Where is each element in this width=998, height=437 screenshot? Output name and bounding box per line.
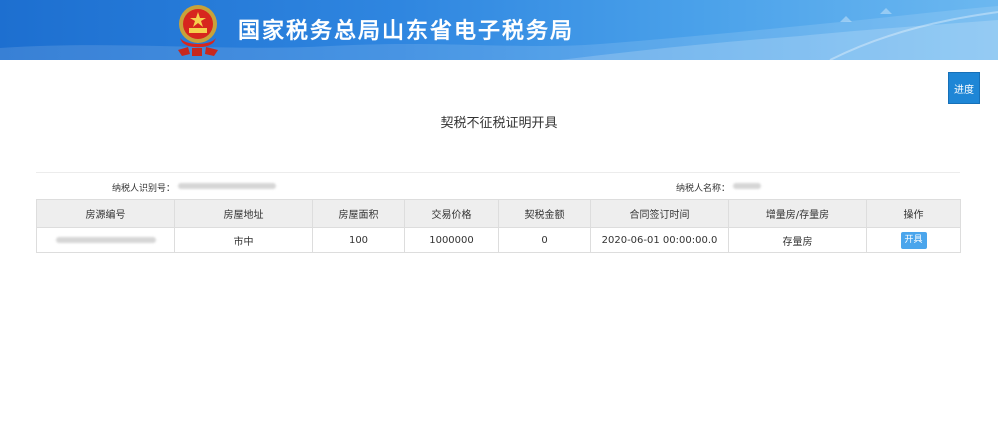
cell-price: 1000000 xyxy=(404,227,499,253)
cell-house-id xyxy=(36,227,175,253)
cell-area: 100 xyxy=(312,227,405,253)
header-banner: 国家税务总局山东省电子税务局 xyxy=(0,0,998,60)
page: 国家税务总局山东省电子税务局 进度 契税不征税证明开具 纳税人识别号： 纳税人名… xyxy=(0,0,998,437)
taxpayer-id-redacted xyxy=(178,183,276,189)
issue-button[interactable]: 开具 xyxy=(900,231,927,249)
col-header-area: 房屋面积 xyxy=(312,199,405,228)
property-table: 房源编号 房屋地址 房屋面积 交易价格 契税金额 合同签订时间 增量房/存量房 … xyxy=(36,199,961,253)
cell-contract-time: 2020-06-01 00:00:00.0 xyxy=(590,227,729,253)
taxpayer-id-label: 纳税人识别号： xyxy=(112,184,176,194)
page-title: 契税不征税证明开具 xyxy=(440,116,558,131)
progress-button[interactable]: 进度 xyxy=(948,72,980,104)
table-header-row: 房源编号 房屋地址 房屋面积 交易价格 契税金额 合同签订时间 增量房/存量房 … xyxy=(36,199,961,228)
col-header-house-id: 房源编号 xyxy=(36,199,175,228)
cell-action: 开具 xyxy=(866,227,961,253)
taxpayer-name-label: 纳税人名称： xyxy=(676,184,731,194)
divider xyxy=(36,172,960,173)
national-emblem-icon xyxy=(178,5,218,56)
col-header-price: 交易价格 xyxy=(404,199,499,228)
table-row: 市中 100 1000000 0 2020-06-01 00:00:00.0 存… xyxy=(36,227,961,253)
col-header-tax: 契税金额 xyxy=(498,199,591,228)
col-header-house-type: 增量房/存量房 xyxy=(728,199,867,228)
col-header-address: 房屋地址 xyxy=(174,199,313,228)
site-title: 国家税务总局山东省电子税务局 xyxy=(238,19,575,44)
cell-address: 市中 xyxy=(174,227,313,253)
cell-house-type: 存量房 xyxy=(728,227,867,253)
house-id-redacted xyxy=(55,237,156,243)
taxpayer-name-redacted xyxy=(733,183,761,189)
cell-tax: 0 xyxy=(498,227,591,253)
col-header-action: 操作 xyxy=(866,199,961,228)
col-header-contract-time: 合同签订时间 xyxy=(590,199,729,228)
